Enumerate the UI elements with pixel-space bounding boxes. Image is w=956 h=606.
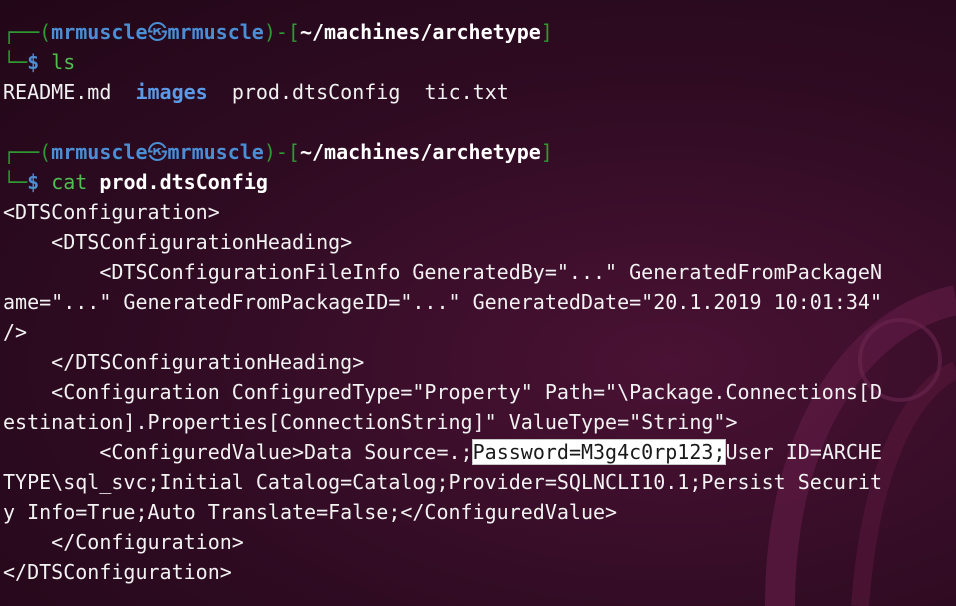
file-prod-dtsconfig: prod.dtsConfig	[231, 80, 401, 104]
prompt-paren-open: (	[39, 20, 52, 44]
prompt-host: mrmuscle	[167, 140, 264, 164]
file-tic-txt: tic.txt	[424, 80, 509, 104]
prompt-frame-bottom: └─	[3, 50, 28, 74]
prompt-host: mrmuscle	[167, 20, 264, 44]
output-line: </Configuration>	[3, 530, 244, 554]
output-line: <Configuration ConfiguredType="Property"…	[3, 380, 882, 404]
highlighted-password[interactable]: Password=M3g4c0rp123;	[471, 439, 727, 465]
command-line-1: └─$ ls	[3, 47, 953, 77]
prompt-path: ~/machines/archetype	[299, 20, 541, 44]
command-name: ls	[51, 50, 76, 74]
prompt-paren-close: )-[	[263, 140, 300, 164]
prompt-frame-top: ┌──	[3, 140, 40, 164]
prompt-line-1: ┌──(mrmuscle㉿mrmuscle)-[~/machines/arche…	[3, 17, 953, 47]
directory-images: images	[135, 80, 208, 104]
command-argument: prod.dtsConfig	[99, 170, 268, 194]
output-line: TYPE\sql_svc;Initial Catalog=Catalog;Pro…	[3, 470, 882, 494]
prompt-line-2: ┌──(mrmuscle㉿mrmuscle)-[~/machines/arche…	[3, 137, 953, 167]
prompt-dollar: $	[27, 50, 52, 74]
prompt-paren-close: )-[	[263, 20, 300, 44]
output-text: <ConfiguredValue>Data Source=.;	[3, 440, 473, 464]
prompt-frame-top: ┌──	[3, 20, 40, 44]
prompt-bracket-close: ]	[540, 140, 553, 164]
command-name: cat	[51, 170, 88, 194]
terminal-output[interactable]: ┌──(mrmuscle㉿mrmuscle)-[~/machines/arche…	[3, 17, 953, 587]
skull-icon: ㉿	[147, 20, 168, 44]
command-line-2: └─$ cat prod.dtsConfig	[3, 167, 953, 197]
output-line: ame="..." GeneratedFromPackageID="..." G…	[3, 290, 882, 314]
file-readme: README.md	[3, 80, 112, 104]
output-line: <DTSConfiguration>	[3, 200, 220, 224]
output-line: estination].Properties[ConnectionString]…	[3, 410, 738, 434]
ls-output: README.md images prod.dtsConfig tic.txt	[3, 77, 953, 107]
output-line-password: <ConfiguredValue>Data Source=.;Password=…	[3, 437, 953, 467]
prompt-bracket-close: ]	[540, 20, 553, 44]
prompt-user: mrmuscle	[51, 140, 148, 164]
output-line: />	[3, 320, 28, 344]
prompt-user: mrmuscle	[51, 20, 148, 44]
output-line: <DTSConfigurationFileInfo GeneratedBy=".…	[3, 260, 882, 284]
prompt-dollar: $	[27, 170, 52, 194]
prompt-path: ~/machines/archetype	[299, 140, 541, 164]
output-line: </DTSConfigurationHeading>	[3, 350, 365, 374]
output-line: <DTSConfigurationHeading>	[3, 230, 353, 254]
output-text: User ID=ARCHE	[725, 440, 883, 464]
output-line: y Info=True;Auto Translate=False;</Confi…	[3, 500, 618, 524]
skull-icon: ㉿	[147, 140, 168, 164]
prompt-frame-bottom: └─	[3, 170, 28, 194]
prompt-paren-open: (	[39, 140, 52, 164]
output-line: </DTSConfiguration>	[3, 560, 232, 584]
